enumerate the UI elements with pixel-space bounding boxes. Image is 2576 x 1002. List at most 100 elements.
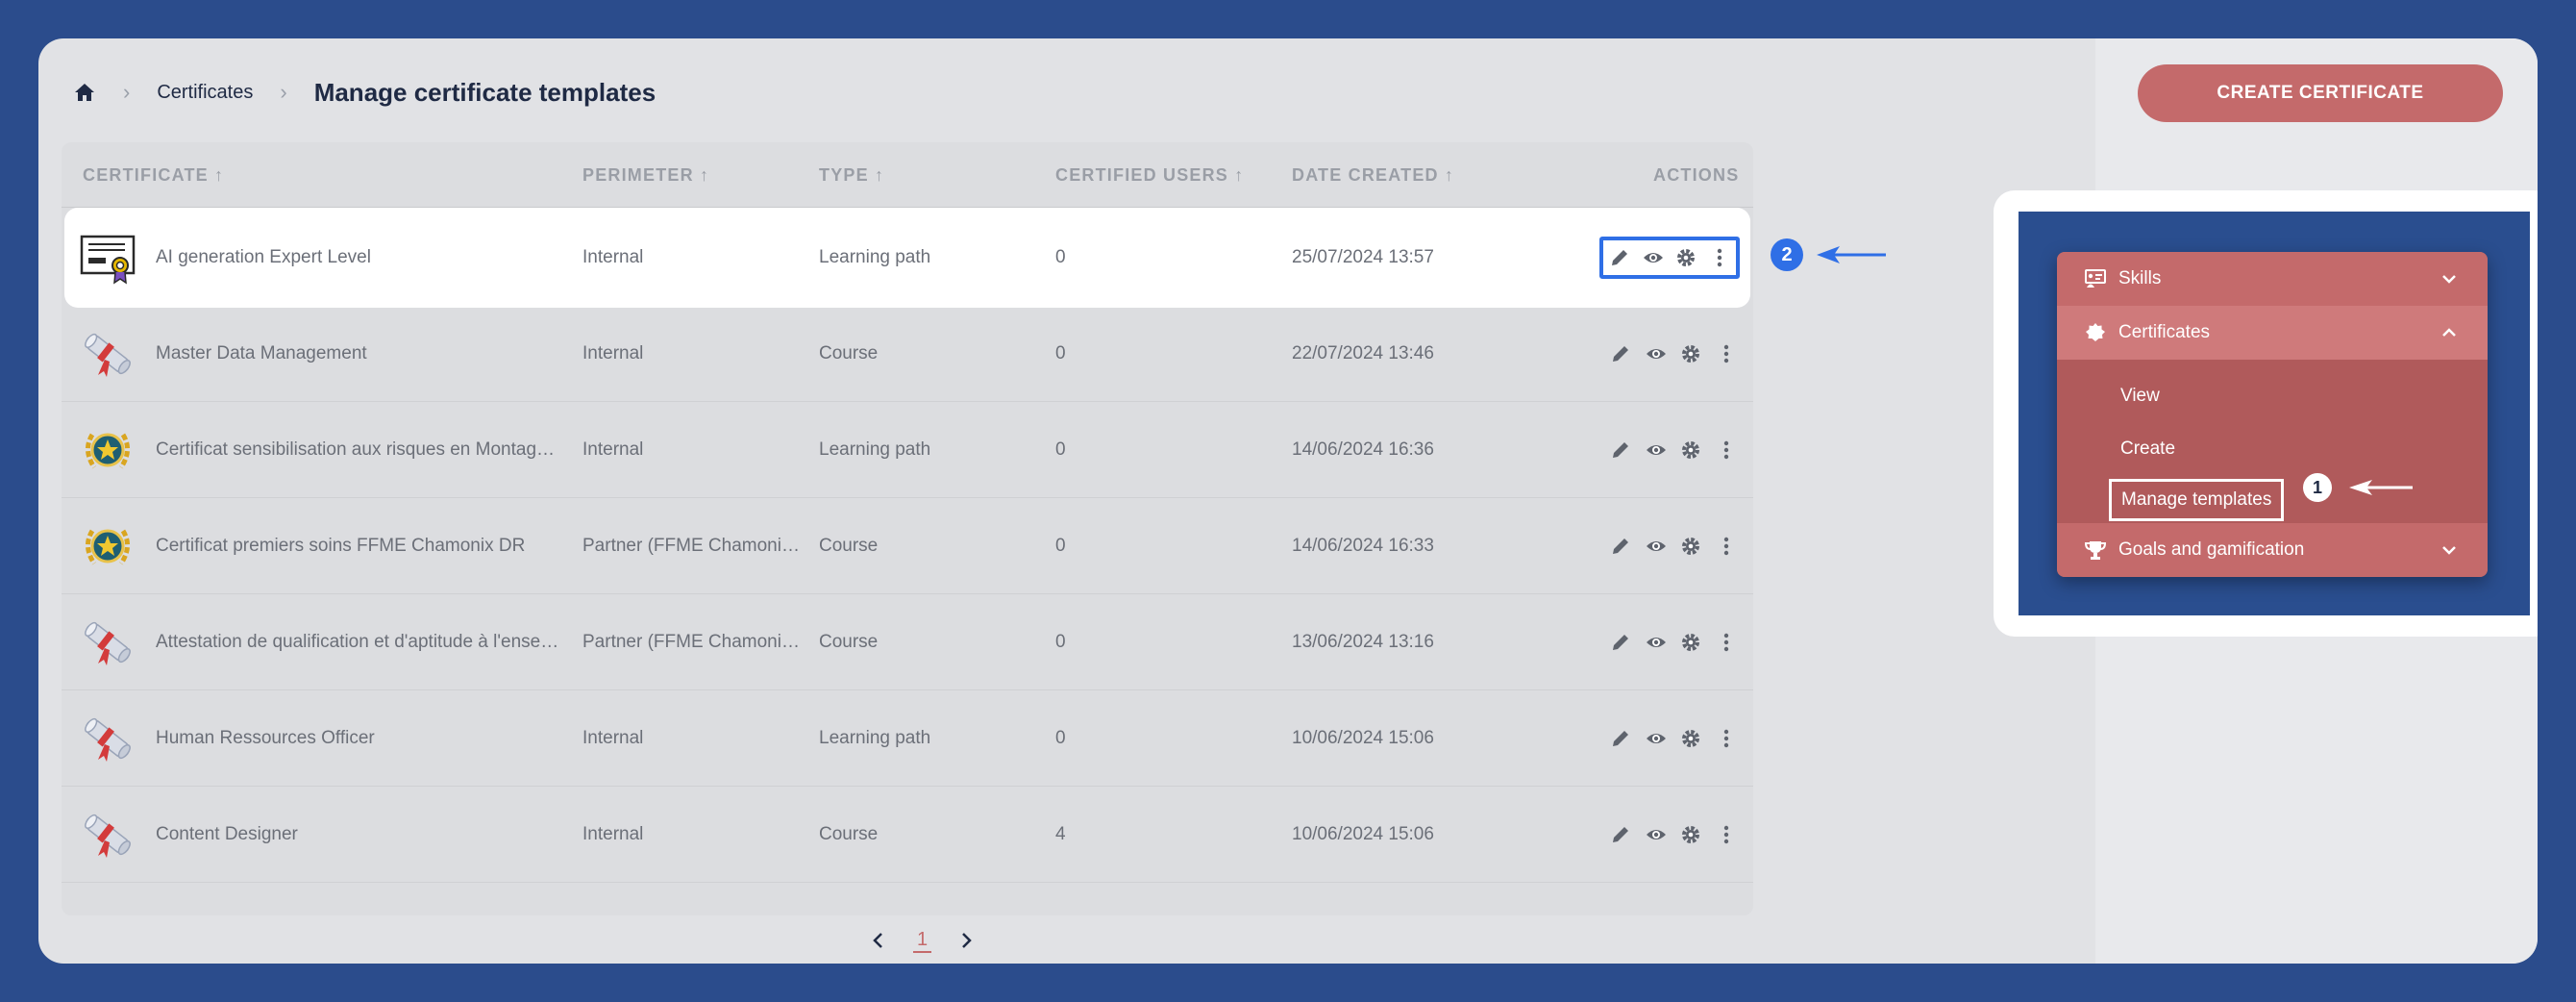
menu-item-goals-label: Goals and gamification xyxy=(2118,539,2305,560)
create-certificate-button[interactable]: CREATE CERTIFICATE xyxy=(2138,64,2503,122)
eye-icon[interactable] xyxy=(1646,824,1667,845)
row-actions xyxy=(1603,429,1744,471)
edit-icon[interactable] xyxy=(1610,536,1631,557)
certified-users-cell: 0 xyxy=(1055,439,1066,460)
certified-users-cell: 0 xyxy=(1055,343,1066,363)
diploma-scroll-icon xyxy=(79,710,136,767)
home-icon[interactable] xyxy=(73,81,96,104)
breadcrumb-separator: › xyxy=(123,80,131,104)
perimeter-cell: Partner (FFME Chamonix... xyxy=(582,632,804,652)
edit-icon[interactable] xyxy=(1610,439,1631,461)
perimeter-cell: Internal xyxy=(582,728,644,748)
column-header-certified-users[interactable]: CERTIFIED USERS ↑ xyxy=(1055,142,1244,208)
certificates-table: CERTIFICATE ↑ PERIMETER ↑ TYPE ↑ CERTIFI… xyxy=(62,142,1753,915)
perimeter-cell: Internal xyxy=(582,343,644,363)
edit-icon[interactable] xyxy=(1610,343,1631,364)
menu-subitem-create[interactable]: Create xyxy=(2120,430,2175,468)
menu-item-certificates-label: Certificates xyxy=(2118,322,2211,342)
more-vertical-icon[interactable] xyxy=(1709,247,1730,268)
table-row[interactable]: Content Designer Internal Course 4 10/06… xyxy=(62,787,1753,883)
side-menu: Skills Certificates View Create Manage t… xyxy=(2057,252,2488,577)
column-header-type[interactable]: TYPE ↑ xyxy=(819,142,884,208)
certificate-name[interactable]: Attestation de qualification et d'aptitu… xyxy=(156,594,559,690)
certified-users-cell: 0 xyxy=(1055,536,1066,556)
certificate-name[interactable]: Content Designer xyxy=(156,787,559,883)
arrow-left-icon xyxy=(1817,246,1886,263)
certified-users-cell: 0 xyxy=(1055,247,1066,267)
gear-icon[interactable] xyxy=(1680,536,1701,557)
menu-subitem-manage-templates[interactable]: Manage templates xyxy=(2109,479,2285,521)
type-cell: Learning path xyxy=(819,728,931,748)
diploma-scroll-icon xyxy=(79,614,136,671)
eye-icon[interactable] xyxy=(1646,632,1667,653)
eye-icon[interactable] xyxy=(1646,728,1667,749)
menu-item-skills[interactable]: Skills xyxy=(2057,252,2488,306)
edit-icon[interactable] xyxy=(1610,824,1631,845)
eye-icon[interactable] xyxy=(1646,343,1667,364)
chevron-up-icon xyxy=(2442,328,2456,337)
breadcrumb-certificates-link[interactable]: Certificates xyxy=(157,82,253,104)
trophy-icon xyxy=(2084,539,2107,561)
date-created-cell: 10/06/2024 15:06 xyxy=(1292,728,1434,748)
certificate-name[interactable]: Human Ressources Officer xyxy=(156,690,559,787)
table-row[interactable]: Human Ressources Officer Internal Learni… xyxy=(62,690,1753,787)
table-row[interactable]: Attestation de qualification et d'aptitu… xyxy=(62,594,1753,690)
column-header-date-created[interactable]: DATE CREATED ↑ xyxy=(1292,142,1454,208)
eye-icon[interactable] xyxy=(1646,439,1667,461)
more-vertical-icon[interactable] xyxy=(1716,632,1737,653)
row-actions xyxy=(1603,525,1744,567)
gear-icon[interactable] xyxy=(1680,632,1701,653)
gear-icon[interactable] xyxy=(1680,439,1701,461)
more-vertical-icon[interactable] xyxy=(1716,343,1737,364)
chevron-right-icon[interactable] xyxy=(953,927,979,954)
more-vertical-icon[interactable] xyxy=(1716,536,1737,557)
type-cell: Course xyxy=(819,536,879,556)
edit-icon[interactable] xyxy=(1610,632,1631,653)
page-number[interactable]: 1 xyxy=(913,929,932,953)
row-actions xyxy=(1603,621,1744,664)
more-vertical-icon[interactable] xyxy=(1716,824,1737,845)
more-vertical-icon[interactable] xyxy=(1716,439,1737,461)
laurel-medal-icon xyxy=(79,421,136,479)
annotation-step-2-badge: 2 xyxy=(1771,238,1803,271)
column-header-perimeter[interactable]: PERIMETER ↑ xyxy=(582,142,709,208)
table-row[interactable]: Master Data Management Internal Course 0… xyxy=(62,306,1753,402)
gear-icon[interactable] xyxy=(1680,728,1701,749)
column-header-actions: ACTIONS xyxy=(1653,165,1740,185)
table-row[interactable]: AI generation Expert Level Internal Lear… xyxy=(66,210,1748,306)
type-cell: Learning path xyxy=(819,439,931,460)
eye-icon[interactable] xyxy=(1646,536,1667,557)
date-created-cell: 13/06/2024 13:16 xyxy=(1292,632,1434,652)
date-created-cell: 22/07/2024 13:46 xyxy=(1292,343,1434,363)
gear-icon[interactable] xyxy=(1680,343,1701,364)
certified-users-cell: 0 xyxy=(1055,632,1066,652)
certificate-name[interactable]: Certificat sensibilisation aux risques e… xyxy=(156,402,559,498)
certificate-name[interactable]: Master Data Management xyxy=(156,306,559,402)
chevron-left-icon[interactable] xyxy=(865,927,892,954)
row-actions xyxy=(1603,333,1744,375)
row-actions xyxy=(1603,717,1744,760)
perimeter-cell: Internal xyxy=(582,439,644,460)
type-cell: Learning path xyxy=(819,247,931,267)
menu-item-certificates[interactable]: Certificates xyxy=(2057,306,2488,360)
table-row[interactable]: Certificat sensibilisation aux risques e… xyxy=(62,402,1753,498)
perimeter-cell: Internal xyxy=(582,824,644,844)
menu-subitem-view[interactable]: View xyxy=(2120,377,2160,415)
edit-icon[interactable] xyxy=(1609,247,1630,268)
row-actions xyxy=(1603,814,1744,856)
certificate-name[interactable]: Certificat premiers soins FFME Chamonix … xyxy=(156,498,559,594)
certificate-name[interactable]: AI generation Expert Level xyxy=(156,210,559,306)
perimeter-cell: Internal xyxy=(582,247,644,267)
more-vertical-icon[interactable] xyxy=(1716,728,1737,749)
gear-icon[interactable] xyxy=(1675,247,1697,268)
eye-icon[interactable] xyxy=(1643,247,1664,268)
column-header-certificate[interactable]: CERTIFICATE ↑ xyxy=(83,142,224,208)
annotation-step-1-badge: 1 xyxy=(2303,473,2332,502)
page-title: Manage certificate templates xyxy=(313,77,656,107)
certificate-document-icon xyxy=(79,229,136,287)
menu-item-goals[interactable]: Goals and gamification xyxy=(2057,523,2488,577)
gear-icon[interactable] xyxy=(1680,824,1701,845)
table-row[interactable]: Certificat premiers soins FFME Chamonix … xyxy=(62,498,1753,594)
edit-icon[interactable] xyxy=(1610,728,1631,749)
arrow-left-icon xyxy=(2349,480,2413,495)
